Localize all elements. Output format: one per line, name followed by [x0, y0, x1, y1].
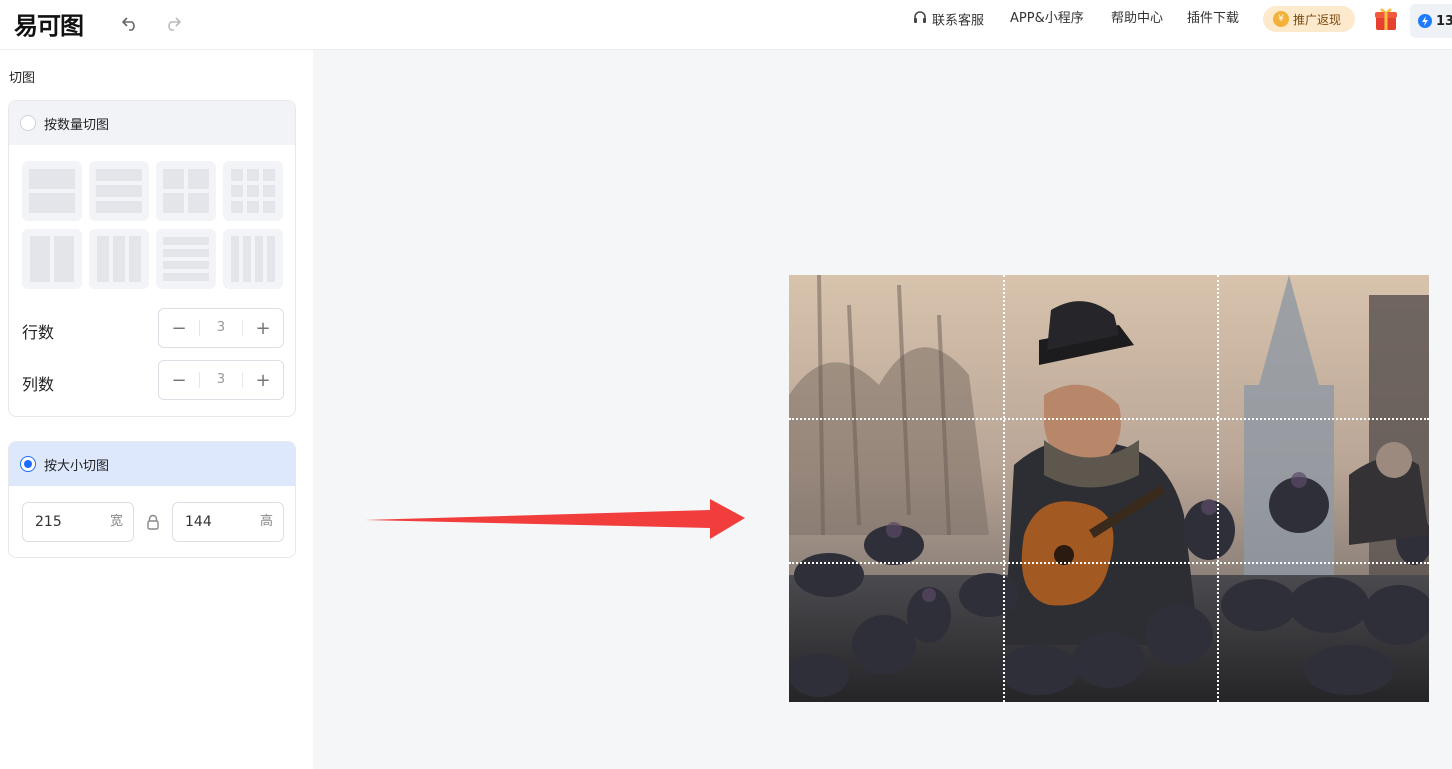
- slice-by-count-option[interactable]: 按数量切图: [9, 101, 295, 145]
- layout-3-rows[interactable]: [89, 161, 149, 221]
- cols-value[interactable]: 3: [199, 372, 243, 388]
- panel-title: 切图: [9, 71, 36, 86]
- cols-stepper[interactable]: − 3 +: [158, 360, 284, 400]
- lock-icon[interactable]: [146, 514, 160, 530]
- size-option-label: 按大小切图: [44, 458, 110, 474]
- rows-value[interactable]: 3: [199, 320, 243, 336]
- plus-icon[interactable]: +: [243, 370, 283, 391]
- layout-2-cols[interactable]: [22, 229, 82, 289]
- layout-3-cols[interactable]: [89, 229, 149, 289]
- credit-badge[interactable]: 13: [1410, 4, 1452, 38]
- redo-icon: [168, 17, 181, 31]
- height-unit: 高: [259, 514, 273, 529]
- undo-button[interactable]: [116, 9, 144, 37]
- layout-4-rows[interactable]: [156, 229, 216, 289]
- headset-icon: [912, 10, 928, 32]
- layout-2x2[interactable]: [156, 161, 216, 221]
- slice-by-size-card: 按大小切图 215 宽 144 高: [8, 441, 296, 558]
- width-value: 215: [35, 514, 62, 530]
- count-option-label: 按数量切图: [44, 117, 110, 133]
- minus-icon[interactable]: −: [159, 318, 199, 339]
- promo-label: 推广返现: [1293, 12, 1342, 27]
- left-panel: 切图 按数量切图 行数 − 3 + 列数 − 3 + 按大小切图 215 宽 1…: [0, 50, 313, 769]
- nav-help[interactable]: 帮助中心: [1111, 10, 1163, 28]
- street-musician-photo: [789, 275, 1429, 702]
- grid-line-vertical: [1217, 275, 1219, 702]
- grid-line-horizontal: [789, 562, 1429, 564]
- nav-customer-service[interactable]: 联系客服: [912, 10, 985, 29]
- height-field[interactable]: 144 高: [172, 502, 284, 542]
- nav-app[interactable]: APP&小程序: [1010, 10, 1084, 28]
- height-value: 144: [185, 514, 212, 530]
- layout-3x3[interactable]: [223, 161, 283, 221]
- undo-icon: [122, 17, 135, 31]
- nav-label: 联系客服: [932, 13, 985, 29]
- nav-plugin[interactable]: 插件下载: [1187, 10, 1239, 28]
- layout-4-cols[interactable]: [223, 229, 283, 289]
- slice-by-size-option[interactable]: 按大小切图: [9, 442, 295, 486]
- lightning-icon: [1418, 14, 1432, 28]
- rows-stepper[interactable]: − 3 +: [158, 308, 284, 348]
- cols-label: 列数: [22, 375, 55, 394]
- promo-button[interactable]: ¥ 推广返现: [1263, 6, 1355, 32]
- red-arrow: [365, 499, 745, 539]
- minus-icon[interactable]: −: [159, 370, 199, 391]
- width-unit: 宽: [109, 514, 123, 529]
- plus-icon[interactable]: +: [243, 318, 283, 339]
- count-radio[interactable]: [20, 115, 36, 131]
- layout-2-rows[interactable]: [22, 161, 82, 221]
- credit-value: 13: [1436, 13, 1452, 29]
- redo-button[interactable]: [159, 9, 187, 37]
- grid-line-vertical: [1003, 275, 1005, 702]
- top-header: 易可图 联系客服 APP&小程序 帮助中心 插件下载 ¥ 推广返现 13: [0, 0, 1452, 50]
- coin-icon: ¥: [1273, 11, 1289, 27]
- app-logo[interactable]: 易可图: [14, 6, 84, 41]
- width-field[interactable]: 215 宽: [22, 502, 134, 542]
- grid-line-horizontal: [789, 418, 1429, 420]
- slice-by-count-card: 按数量切图 行数 − 3 + 列数 − 3 +: [8, 100, 296, 417]
- rows-label: 行数: [22, 323, 55, 342]
- sliced-image-preview[interactable]: [789, 275, 1429, 702]
- gift-icon[interactable]: [1372, 5, 1400, 33]
- size-radio[interactable]: [20, 456, 36, 472]
